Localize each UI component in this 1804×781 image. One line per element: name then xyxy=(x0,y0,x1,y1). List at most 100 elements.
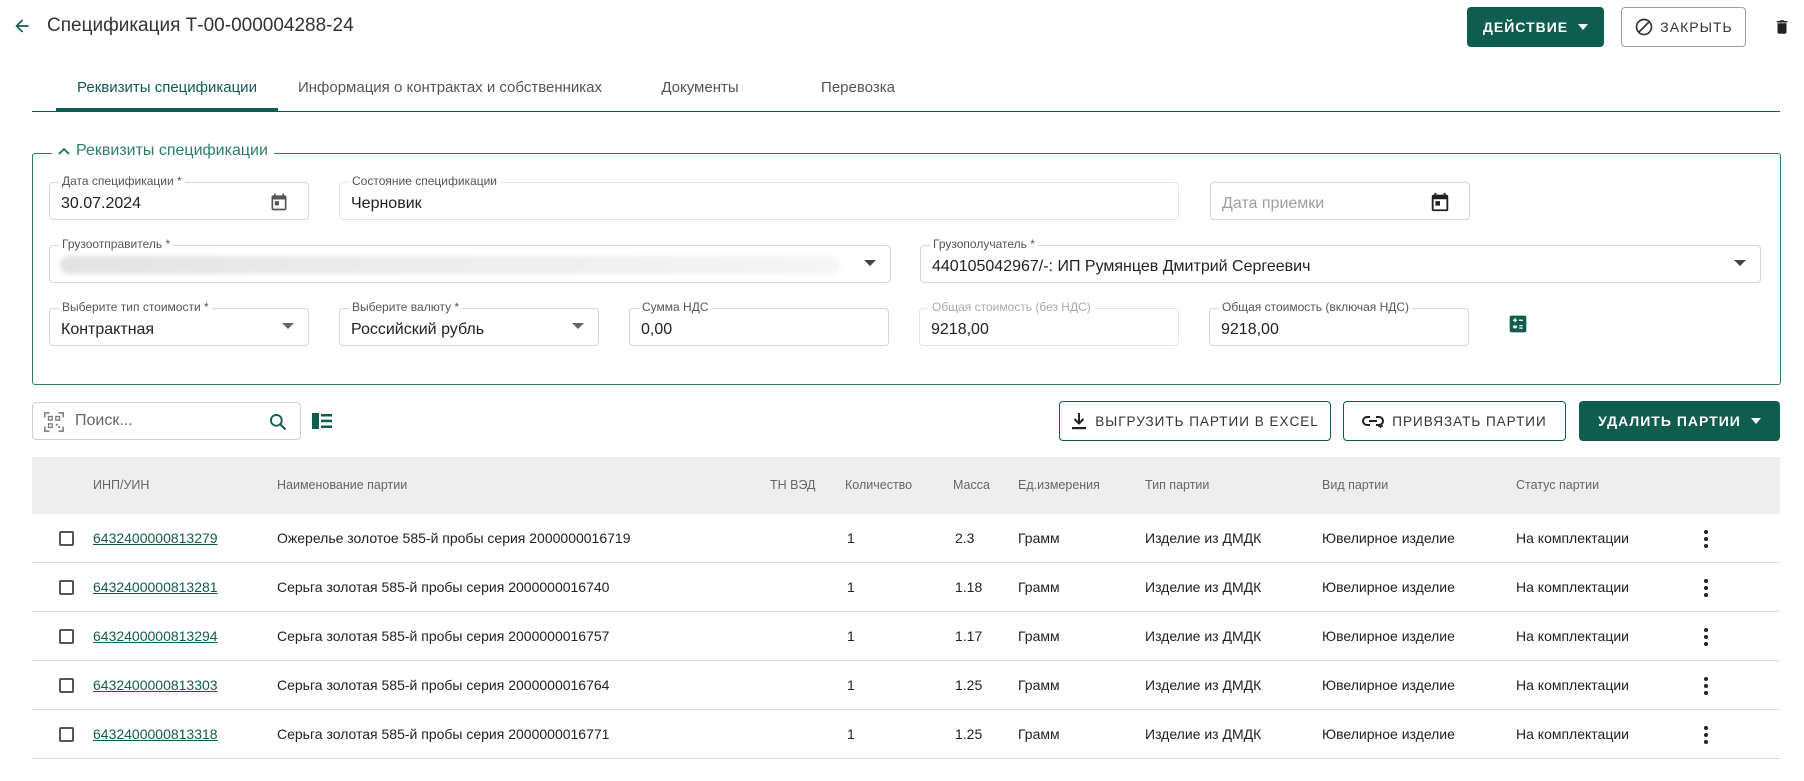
active-tab-indicator xyxy=(56,108,278,111)
column-header[interactable]: Статус партии xyxy=(1516,478,1599,492)
field-label: Состояние спецификации xyxy=(349,174,501,188)
back-arrow-icon[interactable] xyxy=(8,12,36,40)
qr-scan-icon[interactable] xyxy=(43,411,65,438)
delete-batches-button[interactable]: УДАЛИТЬ ПАРТИИ xyxy=(1579,401,1780,441)
caret-down-icon[interactable] xyxy=(282,323,294,329)
action-button-label: ДЕЙСТВИЕ xyxy=(1482,19,1569,35)
cost-type-select[interactable]: Выберите тип стоимости * Контрактная xyxy=(49,300,309,346)
batch-unit: Грамм xyxy=(1018,628,1060,644)
tab-documents[interactable]: Документы xyxy=(640,62,760,112)
caret-down-icon xyxy=(1578,24,1589,30)
kebab-icon[interactable] xyxy=(1696,528,1716,550)
link-icon xyxy=(1362,416,1385,428)
row-checkbox[interactable] xyxy=(59,727,74,742)
action-button[interactable]: ДЕЙСТВИЕ xyxy=(1467,7,1604,47)
batch-id-link[interactable]: 6432400000813294 xyxy=(93,628,218,644)
search-input[interactable] xyxy=(75,409,260,433)
trash-icon[interactable] xyxy=(1768,13,1796,41)
batch-kind: Ювелирное изделие xyxy=(1322,530,1455,546)
field-value: Российский рубль xyxy=(351,321,485,338)
tab-label: Документы xyxy=(661,78,739,96)
column-header[interactable]: Вид партии xyxy=(1322,478,1388,492)
column-header[interactable]: ТН ВЭД xyxy=(770,478,816,492)
tab-transport[interactable]: Перевозка xyxy=(808,62,908,112)
search-icon[interactable] xyxy=(268,412,288,437)
column-header[interactable]: Масса xyxy=(953,478,990,492)
spec-date-field[interactable]: Дата спецификации * 30.07.2024 xyxy=(49,174,309,220)
calculator-icon[interactable] xyxy=(1508,314,1530,336)
batch-mass: 1.25 xyxy=(955,677,983,693)
currency-select[interactable]: Выберите валюту * Российский рубль xyxy=(339,300,599,346)
batch-quantity: 1 xyxy=(847,530,855,546)
accept-date-field[interactable]: Дата приемки xyxy=(1210,182,1470,220)
search-box xyxy=(32,402,301,440)
export-excel-button[interactable]: ВЫГРУЗИТЬ ПАРТИИ В EXCEL xyxy=(1059,401,1331,441)
column-header[interactable]: Наименование партии xyxy=(277,478,407,492)
link-batches-button[interactable]: ПРИВЯЗАТЬ ПАРТИИ xyxy=(1343,401,1566,441)
batch-name: Серьга золотая 585-й пробы серия 2000000… xyxy=(277,579,610,595)
block-icon xyxy=(1635,18,1653,36)
kebab-icon[interactable] xyxy=(1696,626,1716,648)
kebab-icon[interactable] xyxy=(1696,675,1716,697)
column-header[interactable]: Ед.измерения xyxy=(1018,478,1100,492)
batch-status: На комплектации xyxy=(1516,677,1629,693)
field-label: Грузополучатель * xyxy=(930,237,1038,251)
batch-type: Изделие из ДМДК xyxy=(1145,726,1262,742)
vat-sum-field[interactable]: Сумма НДС 0,00 xyxy=(629,300,889,346)
tab-spec-details[interactable]: Реквизиты спецификации xyxy=(56,62,278,112)
batch-id-link[interactable]: 6432400000813279 xyxy=(93,530,218,546)
caret-down-icon[interactable] xyxy=(572,323,584,329)
caret-down-icon[interactable] xyxy=(1734,260,1746,266)
columns-icon[interactable] xyxy=(310,409,334,433)
calendar-icon[interactable] xyxy=(1429,191,1451,213)
batch-status: На комплектации xyxy=(1516,530,1629,546)
field-value: 440105042967/-: ИП Румянцев Дмитрий Серг… xyxy=(932,258,1311,275)
batch-id-link[interactable]: 6432400000813318 xyxy=(93,726,218,742)
field-placeholder: Дата приемки xyxy=(1222,195,1325,212)
kebab-icon[interactable] xyxy=(1696,577,1716,599)
calendar-icon[interactable] xyxy=(268,191,290,213)
kebab-icon[interactable] xyxy=(1696,724,1716,746)
page-title: Спецификация Т-00-000004288-24 xyxy=(47,15,354,36)
batch-name: Серьга золотая 585-й пробы серия 2000000… xyxy=(277,726,610,742)
tab-contracts-owners[interactable]: Информация о контрактах и собственниках xyxy=(290,62,610,112)
batch-kind: Ювелирное изделие xyxy=(1322,628,1455,644)
chevron-up-icon xyxy=(58,147,70,155)
batch-unit: Грамм xyxy=(1018,530,1060,546)
batch-status: На комплектации xyxy=(1516,628,1629,644)
tab-label: Информация о контрактах и собственниках xyxy=(297,78,603,96)
field-label: Общая стоимость (без НДС) xyxy=(929,300,1094,314)
section-title: Реквизиты спецификации xyxy=(76,142,268,159)
batch-id-link[interactable]: 6432400000813303 xyxy=(93,677,218,693)
field-value: 30.07.2024 xyxy=(61,195,142,212)
table-row: 6432400000813294 Серьга золотая 585-й пр… xyxy=(32,612,1780,661)
export-excel-label: ВЫГРУЗИТЬ ПАРТИИ В EXCEL xyxy=(1095,413,1319,429)
field-value: 0,00 xyxy=(641,321,673,338)
row-checkbox[interactable] xyxy=(59,678,74,693)
table-row: 6432400000813318 Серьга золотая 585-й пр… xyxy=(32,710,1780,759)
total-no-vat-field: Общая стоимость (без НДС) 9218,00 xyxy=(919,300,1179,346)
total-with-vat-field[interactable]: Общая стоимость (включая НДС) 9218,00 xyxy=(1209,300,1469,346)
column-header[interactable]: Количество xyxy=(845,478,912,492)
row-checkbox[interactable] xyxy=(59,531,74,546)
batch-mass: 1.18 xyxy=(955,579,983,595)
column-header[interactable]: Тип партии xyxy=(1145,478,1209,492)
row-checkbox[interactable] xyxy=(59,580,74,595)
consignee-select[interactable]: Грузополучатель * 440105042967/-: ИП Рум… xyxy=(920,237,1761,283)
batch-kind: Ювелирное изделие xyxy=(1322,726,1455,742)
batch-status: На комплектации xyxy=(1516,726,1629,742)
table-row: 6432400000813281 Серьга золотая 585-й пр… xyxy=(32,563,1780,612)
close-button[interactable]: ЗАКРЫТЬ xyxy=(1621,7,1746,47)
batch-id-link[interactable]: 6432400000813281 xyxy=(93,579,218,595)
table-row: 6432400000813303 Серьга золотая 585-й пр… xyxy=(32,661,1780,710)
caret-down-icon[interactable] xyxy=(864,260,876,266)
section-toggle[interactable]: Реквизиты спецификации xyxy=(52,142,274,160)
batch-quantity: 1 xyxy=(847,628,855,644)
field-label: Дата спецификации * xyxy=(59,174,185,188)
field-value: Контрактная xyxy=(61,321,155,338)
column-header[interactable]: ИНП/УИН xyxy=(93,478,149,492)
row-checkbox[interactable] xyxy=(59,629,74,644)
shipper-select[interactable]: Грузоотправитель * xyxy=(49,237,891,283)
batch-quantity: 1 xyxy=(847,579,855,595)
field-label: Общая стоимость (включая НДС) xyxy=(1219,300,1413,314)
